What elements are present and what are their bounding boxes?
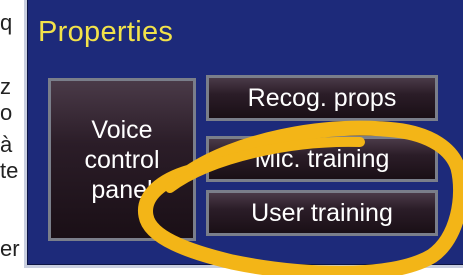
recog-props-button[interactable]: Recog. props bbox=[206, 75, 438, 121]
recog-props-label: Recog. props bbox=[247, 83, 397, 112]
background-text-fragment: z bbox=[0, 74, 11, 99]
user-training-button[interactable]: User training bbox=[206, 190, 438, 236]
voice-control-panel-button[interactable]: Voice control panel bbox=[48, 78, 196, 241]
background-text-fragment: o bbox=[0, 100, 13, 125]
voice-control-panel-label: Voice control panel bbox=[84, 115, 159, 205]
mic-training-label: Mic. training bbox=[254, 144, 390, 173]
voice-control-panel-label-line: Voice bbox=[91, 115, 153, 144]
background-text-fragment: er bbox=[0, 236, 20, 261]
voice-control-panel-label-line: panel bbox=[91, 175, 153, 204]
panel-title: Properties bbox=[38, 16, 174, 48]
mic-training-button[interactable]: Mic. training bbox=[206, 136, 438, 182]
user-training-label: User training bbox=[251, 198, 393, 227]
voice-control-panel-label-line: control bbox=[84, 145, 160, 174]
background-text-fragment: te bbox=[0, 158, 19, 183]
background-text-fragment: q bbox=[0, 10, 13, 35]
background-text-fragment: à bbox=[0, 132, 13, 157]
